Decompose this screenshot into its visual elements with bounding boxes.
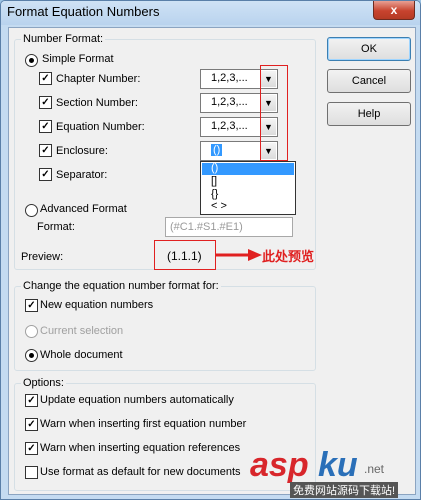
warn-first-label: Warn when inserting first equation numbe…	[40, 418, 247, 430]
use-default-label: Use format as default for new documents	[40, 466, 241, 478]
enclosure-option[interactable]: ()	[211, 162, 218, 174]
enclosure-option[interactable]: []	[211, 175, 217, 187]
options-legend: Options:	[21, 377, 66, 389]
number-format-legend: Number Format:	[21, 33, 106, 45]
watermark-brand-b: ku	[318, 446, 358, 484]
ok-button[interactable]: OK	[327, 37, 411, 61]
enclosure-option[interactable]: < >	[211, 200, 227, 212]
equation-number-value: 1,2,3,...	[211, 120, 248, 132]
cancel-button[interactable]: Cancel	[327, 69, 411, 93]
advanced-format-radio[interactable]	[25, 204, 38, 217]
section-number-checkbox[interactable]: ✓	[39, 96, 52, 109]
watermark-tagline: 免费网站源码下载站!	[290, 482, 399, 498]
enclosure-value: ()	[211, 144, 223, 156]
enclosure-dropdown-list: () [] {} < >	[200, 161, 296, 215]
watermark-suffix: .net	[364, 462, 385, 476]
separator-checkbox[interactable]: ✓	[39, 168, 52, 181]
title-bar: Format Equation Numbers x	[1, 1, 420, 25]
current-selection-radio[interactable]	[25, 325, 38, 338]
update-auto-label: Update equation numbers automatically	[40, 394, 234, 406]
warn-refs-label: Warn when inserting equation references	[40, 442, 241, 454]
advanced-format-label: Advanced Format	[40, 203, 127, 215]
arrow-right-icon	[216, 249, 262, 261]
use-default-checkbox[interactable]	[25, 466, 38, 479]
dialog-title: Format Equation Numbers	[7, 4, 160, 19]
format-label: Format:	[37, 221, 75, 233]
enclosure-option[interactable]: {}	[211, 188, 218, 200]
new-equation-numbers-label: New equation numbers	[40, 299, 154, 311]
warn-refs-checkbox[interactable]: ✓	[25, 442, 38, 455]
close-button[interactable]: x	[373, 1, 415, 20]
preview-value: (1.1.1)	[167, 249, 202, 263]
arrow-highlight-box	[260, 65, 288, 161]
enclosure-checkbox[interactable]: ✓	[39, 144, 52, 157]
whole-document-radio[interactable]	[25, 349, 38, 362]
whole-document-label: Whole document	[40, 349, 123, 361]
advanced-format-value: (#C1.#S1.#E1)	[170, 221, 243, 233]
chapter-number-checkbox[interactable]: ✓	[39, 72, 52, 85]
chapter-number-value: 1,2,3,...	[211, 72, 248, 84]
change-for-legend: Change the equation number format for:	[21, 280, 221, 292]
separator-label: Separator:	[56, 169, 108, 181]
current-selection-label: Current selection	[40, 325, 124, 337]
equation-number-checkbox[interactable]: ✓	[39, 120, 52, 133]
section-number-label: Section Number:	[56, 97, 138, 109]
help-button[interactable]: Help	[327, 102, 411, 126]
dialog-body: Number Format: Simple Format ✓ Chapter N…	[8, 27, 416, 495]
update-auto-checkbox[interactable]: ✓	[25, 394, 38, 407]
new-equation-numbers-checkbox[interactable]: ✓	[25, 299, 38, 312]
dialog-window: Format Equation Numbers x Number Format:…	[0, 0, 421, 500]
section-number-value: 1,2,3,...	[211, 96, 248, 108]
simple-format-radio[interactable]	[25, 54, 38, 67]
simple-format-label: Simple Format	[42, 53, 114, 65]
enclosure-label: Enclosure:	[56, 145, 108, 157]
advanced-format-input[interactable]: (#C1.#S1.#E1)	[165, 217, 293, 237]
preview-label: Preview:	[21, 251, 64, 263]
equation-number-label: Equation Number:	[56, 121, 145, 133]
preview-annotation: 此处预览	[262, 249, 315, 264]
chapter-number-label: Chapter Number:	[56, 73, 141, 85]
watermark-brand-a: asp	[250, 446, 309, 484]
warn-first-checkbox[interactable]: ✓	[25, 418, 38, 431]
